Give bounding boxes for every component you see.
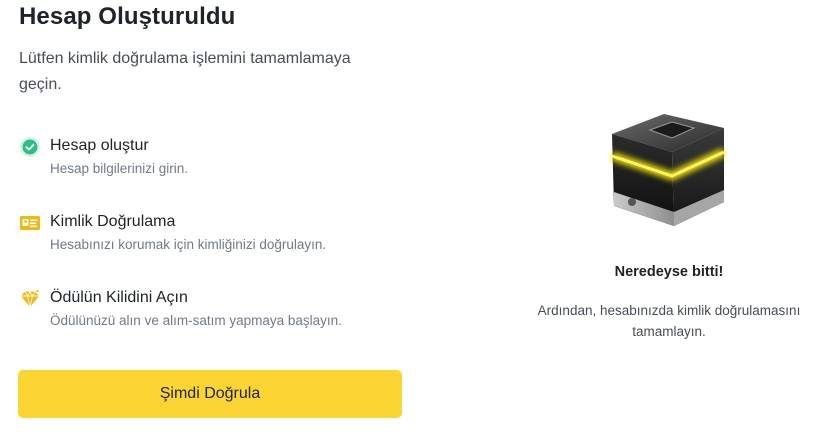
cube-illustration [602, 98, 742, 238]
page-subtitle: Lütfen kimlik doğrulama işlemini tamamla… [19, 50, 351, 93]
panel-title: Neredeyse bitti! [614, 264, 724, 280]
verify-now-button[interactable]: Şimdi Doğrula [18, 370, 402, 418]
panel-description: Ardından, hesabınızda kimlik doğrulaması… [537, 303, 801, 339]
step-description: Ödülünüzü alın ve alım-satım yapmaya baş… [50, 313, 342, 328]
step-description: Hesap bilgilerinizi girin. [50, 161, 189, 176]
page-title: Hesap Oluşturuldu [19, 3, 236, 30]
id-card-icon [19, 212, 41, 234]
step-title: Hesap oluştur [50, 137, 149, 154]
step-title: Ödülün Kilidini Açın [50, 289, 188, 306]
step-description: Hesabınızı korumak için kimliğinizi doğr… [50, 237, 327, 252]
diamond-icon [19, 288, 41, 310]
step-title: Kimlik Doğrulama [50, 213, 176, 230]
check-circle-icon [19, 136, 41, 158]
